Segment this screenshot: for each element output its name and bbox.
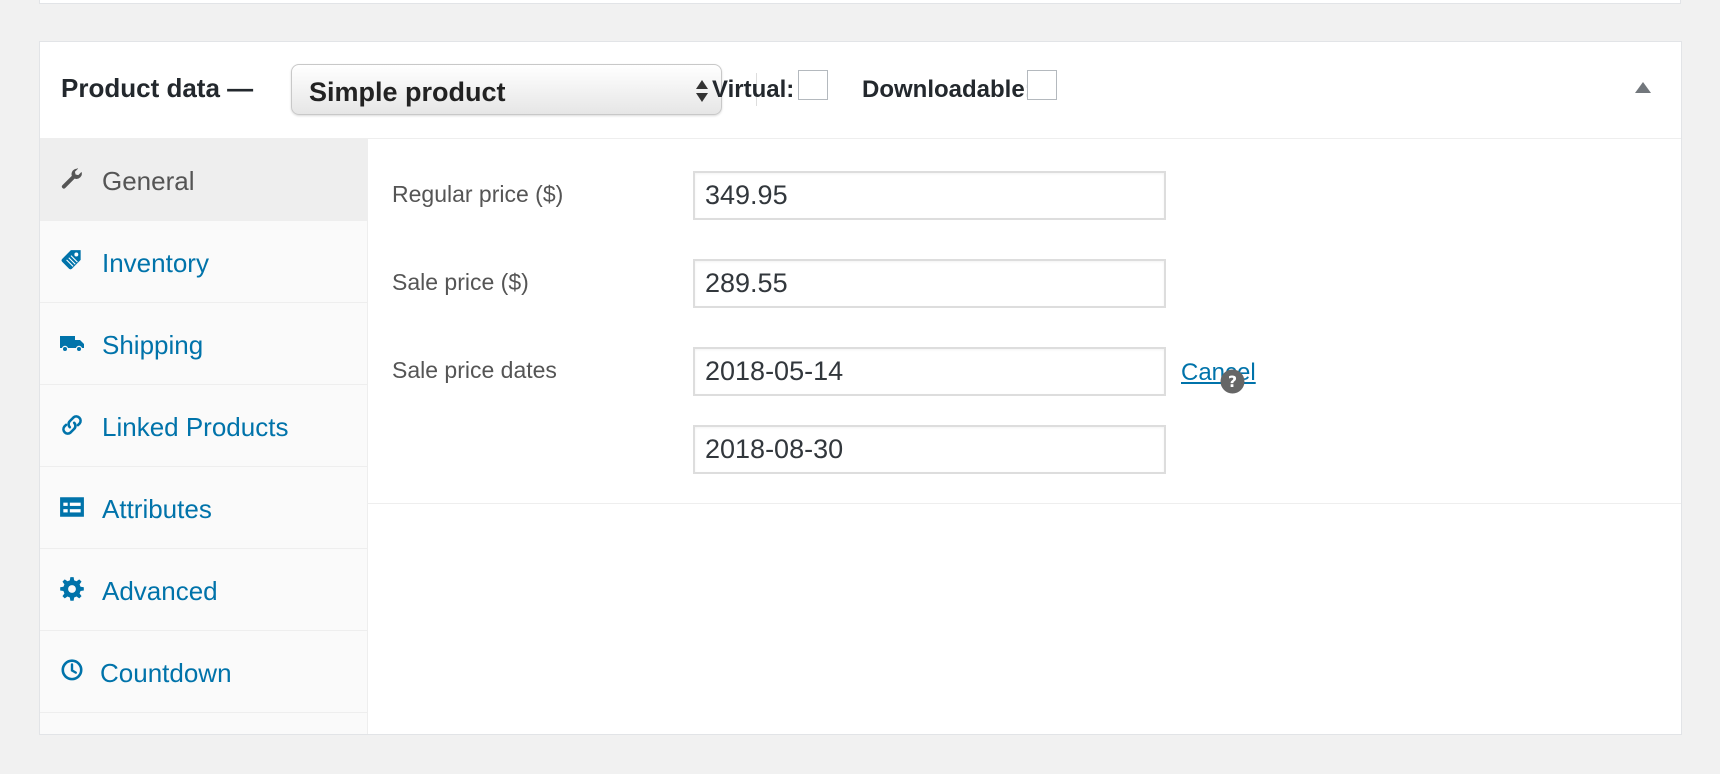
tab-label: General xyxy=(102,166,195,196)
tab-label: Countdown xyxy=(100,658,232,688)
sale-date-to-input[interactable] xyxy=(693,425,1166,474)
help-icon[interactable]: ? xyxy=(1220,369,1245,394)
general-fields: Regular price ($) Sale price ($) Sale pr… xyxy=(368,139,1681,504)
product-type-select[interactable]: Simple product xyxy=(291,64,722,115)
gear-icon xyxy=(60,577,84,601)
tab-label: Advanced xyxy=(102,576,218,606)
select-arrows-icon xyxy=(696,80,708,102)
product-data-metabox: Product data — Simple product Virtual: D… xyxy=(39,41,1682,735)
tab-advanced[interactable]: Advanced xyxy=(40,549,367,631)
tab-label: Inventory xyxy=(102,248,209,278)
tab-countdown[interactable]: Countdown xyxy=(40,631,367,713)
tab-attributes[interactable]: Attributes xyxy=(40,467,367,549)
sale-price-input[interactable] xyxy=(693,259,1166,308)
tab-linked-products[interactable]: Linked Products xyxy=(40,385,367,467)
sale-date-from-input[interactable] xyxy=(693,347,1166,396)
link-icon xyxy=(62,415,82,435)
virtual-label: Virtual: xyxy=(712,76,795,103)
sale-price-label: Sale price ($) xyxy=(392,269,529,295)
list-card-icon xyxy=(60,497,84,517)
regular-price-input[interactable] xyxy=(693,171,1166,220)
downloadable-checkbox[interactable] xyxy=(1027,70,1057,100)
previous-metabox-edge xyxy=(39,0,1681,4)
product-type-value: Simple product xyxy=(309,77,506,107)
virtual-checkbox[interactable] xyxy=(798,70,828,100)
collapse-toggle-icon[interactable] xyxy=(1633,78,1653,98)
tab-shipping[interactable]: Shipping xyxy=(40,303,367,385)
wrench-icon xyxy=(61,168,82,189)
sale-price-dates-label: Sale price dates xyxy=(392,357,557,383)
product-data-header: Product data — Simple product Virtual: D… xyxy=(40,42,1681,139)
clock-icon xyxy=(61,659,83,681)
tab-label: Linked Products xyxy=(102,412,289,442)
tag-icon xyxy=(61,250,81,270)
regular-price-label: Regular price ($) xyxy=(392,181,564,207)
tab-label: Shipping xyxy=(102,330,204,360)
product-data-tabs: General Inventory Shipping Linked Produc… xyxy=(40,139,368,734)
downloadable-label: Downloadable: xyxy=(862,76,1033,103)
truck-icon xyxy=(60,336,84,353)
product-data-title: Product data — xyxy=(61,73,254,103)
tab-inventory[interactable]: Inventory xyxy=(40,221,367,303)
tab-label: Attributes xyxy=(102,494,212,524)
svg-text:?: ? xyxy=(1228,373,1237,391)
tab-general[interactable]: General xyxy=(40,139,367,221)
